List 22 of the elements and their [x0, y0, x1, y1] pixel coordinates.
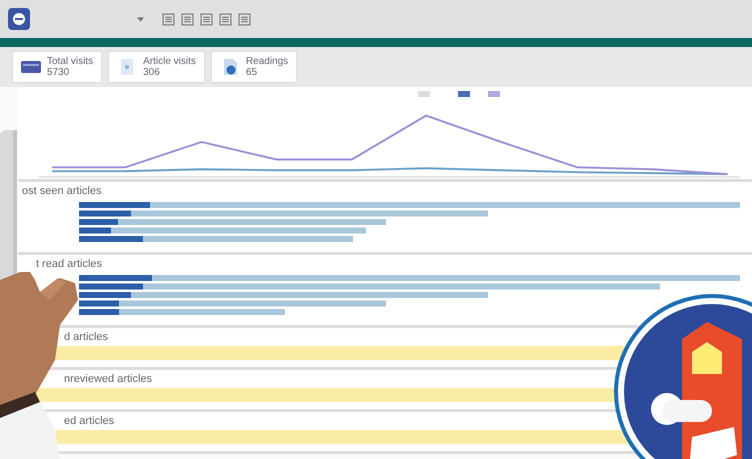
- stat-value: 65: [246, 67, 258, 78]
- section-title: ost seen articles: [21, 184, 102, 199]
- caret-icon: [137, 16, 144, 22]
- section-title: ed articles: [63, 414, 116, 429]
- toolbar-icon[interactable]: [219, 12, 232, 26]
- section-title: d articles: [63, 330, 110, 345]
- stat-value: 5730: [47, 67, 70, 78]
- stat-card[interactable]: Readings 65: [210, 51, 298, 83]
- stat-card[interactable]: Article visits 306: [108, 51, 205, 83]
- stat-label: Total visits: [47, 56, 94, 67]
- toolbar-icon[interactable]: [181, 12, 194, 26]
- stat-value: 306: [143, 67, 161, 78]
- stat-label: Readings: [246, 56, 288, 67]
- section-title: t read articles: [35, 257, 104, 272]
- stat-card[interactable]: Total visits 5730: [12, 51, 102, 83]
- toolbar-icon[interactable]: [238, 12, 251, 26]
- monitor-icon: [21, 59, 41, 75]
- toolbar-icon[interactable]: [162, 12, 175, 26]
- stat-label: Article visits: [143, 56, 196, 67]
- toolbar-icon[interactable]: [200, 12, 213, 26]
- app-logo-icon: [8, 8, 30, 30]
- section-title: nreviewed articles: [63, 372, 154, 387]
